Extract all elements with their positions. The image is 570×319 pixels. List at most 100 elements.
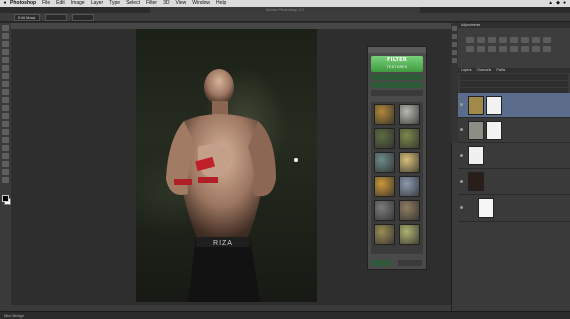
options-field[interactable]: [44, 13, 67, 21]
stamp-tool-icon[interactable]: [2, 89, 9, 95]
blur-tool-icon[interactable]: [2, 121, 9, 127]
texture-thumb[interactable]: [374, 104, 395, 125]
mini-bridge-bar[interactable]: Mini Bridge: [0, 311, 570, 318]
channel-mixer-icon[interactable]: [477, 46, 485, 52]
paragraph-panel-icon[interactable]: [452, 50, 457, 55]
visibility-eye-icon[interactable]: [460, 179, 463, 183]
posterize-icon[interactable]: [510, 46, 518, 52]
history-panel-icon[interactable]: [452, 26, 457, 31]
menu-edit[interactable]: Edit: [56, 0, 65, 7]
menu-view[interactable]: View: [176, 0, 187, 7]
eyedropper-tool-icon[interactable]: [2, 65, 9, 71]
options-field-2[interactable]: [71, 13, 94, 21]
vibrance-icon[interactable]: [510, 37, 518, 43]
history-brush-tool-icon[interactable]: [2, 97, 9, 103]
brush-panel-icon[interactable]: [452, 58, 457, 63]
menu-filter[interactable]: Filter: [146, 0, 157, 7]
texture-thumb[interactable]: [399, 152, 420, 173]
layer-row[interactable]: [458, 118, 570, 143]
layer-row[interactable]: [458, 143, 570, 169]
texture-thumb[interactable]: [399, 104, 420, 125]
apply-texture-button[interactable]: [371, 260, 391, 266]
shape-tool-icon[interactable]: [2, 161, 9, 167]
texture-thumb[interactable]: [399, 224, 420, 245]
texture-thumb[interactable]: [374, 200, 395, 221]
brush-tool-icon[interactable]: [2, 81, 9, 87]
zoom-tool-icon[interactable]: [2, 177, 9, 183]
tab-channels[interactable]: Channels: [477, 68, 492, 73]
foreground-color-swatch[interactable]: [2, 195, 9, 202]
layer-mask-thumbnail[interactable]: [486, 96, 502, 115]
curves-icon[interactable]: [488, 37, 496, 43]
selective-color-icon[interactable]: [543, 46, 551, 52]
apple-icon[interactable]: ●: [2, 0, 8, 7]
photo-filter-icon[interactable]: [466, 46, 474, 52]
properties-panel-icon[interactable]: [452, 34, 457, 39]
texture-row-1[interactable]: [371, 74, 423, 80]
dodge-tool-icon[interactable]: [2, 129, 9, 135]
move-tool-icon[interactable]: [2, 25, 9, 31]
status-icon-2[interactable]: ◆: [556, 0, 560, 7]
layer-thumbnail: [478, 198, 494, 218]
color-balance-icon[interactable]: [532, 37, 540, 43]
hand-tool-icon[interactable]: [2, 169, 9, 175]
lasso-tool-icon[interactable]: [2, 41, 9, 47]
status-icon-3[interactable]: ●: [563, 0, 566, 7]
texture-thumb[interactable]: [399, 128, 420, 149]
gradient-tool-icon[interactable]: [2, 113, 9, 119]
tab-layers[interactable]: Layers: [461, 68, 472, 73]
pen-tool-icon[interactable]: [2, 137, 9, 143]
texture-row-3[interactable]: [371, 90, 423, 96]
boxer-photo[interactable]: RIZA: [136, 29, 317, 302]
quick-select-tool-icon[interactable]: [2, 49, 9, 55]
invert-icon[interactable]: [499, 46, 507, 52]
menu-help[interactable]: Help: [216, 0, 226, 7]
texture-thumb[interactable]: [374, 176, 395, 197]
color-lookup-icon[interactable]: [488, 46, 496, 52]
character-panel-icon[interactable]: [452, 42, 457, 47]
visibility-eye-icon[interactable]: [460, 128, 463, 131]
texture-thumb[interactable]: [374, 152, 395, 173]
menu-file[interactable]: File: [42, 0, 50, 7]
menu-select[interactable]: Select: [126, 0, 140, 7]
crop-tool-icon[interactable]: [2, 57, 9, 63]
menu-window[interactable]: Window: [192, 0, 210, 7]
visibility-eye-icon[interactable]: [460, 206, 463, 209]
healing-tool-icon[interactable]: [2, 73, 9, 79]
threshold-icon[interactable]: [521, 46, 529, 52]
exposure-icon[interactable]: [499, 37, 507, 43]
marquee-tool-icon[interactable]: [2, 33, 9, 39]
visibility-eye-icon[interactable]: [460, 153, 463, 157]
eraser-tool-icon[interactable]: [2, 105, 9, 111]
layer-mask-thumbnail[interactable]: [486, 121, 502, 140]
blend-mode-select[interactable]: [460, 81, 568, 87]
options-mode-button[interactable]: Edit Mask: [14, 13, 40, 21]
layer-filter-bar[interactable]: [460, 74, 568, 80]
shorts-logo-text: RIZA: [213, 240, 233, 247]
menu-3d[interactable]: 3D: [163, 0, 169, 7]
texture-thumb[interactable]: [374, 224, 395, 245]
type-tool-icon[interactable]: [2, 145, 9, 151]
texture-category-dropdown[interactable]: [371, 82, 423, 88]
filter-textures-logo-button[interactable]: FILTER TEXTURES: [371, 56, 423, 72]
visibility-eye-icon[interactable]: [460, 103, 463, 106]
menu-layer[interactable]: Layer: [91, 0, 104, 7]
layer-row[interactable]: [458, 93, 570, 118]
status-icon-1[interactable]: ▲: [548, 0, 553, 7]
menu-image[interactable]: Image: [71, 0, 85, 7]
texture-option-button[interactable]: [398, 260, 422, 266]
texture-thumb[interactable]: [399, 200, 420, 221]
app-menu[interactable]: Photoshop: [10, 0, 36, 7]
layer-row[interactable]: [458, 169, 570, 195]
gradient-map-icon[interactable]: [532, 46, 540, 52]
brightness-icon[interactable]: [466, 37, 474, 43]
menu-type[interactable]: Type: [109, 0, 120, 7]
black-white-icon[interactable]: [543, 37, 551, 43]
tab-paths[interactable]: Paths: [496, 68, 505, 73]
path-select-tool-icon[interactable]: [2, 153, 9, 159]
hue-saturation-icon[interactable]: [521, 37, 529, 43]
texture-thumb[interactable]: [399, 176, 420, 197]
levels-icon[interactable]: [477, 37, 485, 43]
texture-thumb[interactable]: [374, 128, 395, 149]
layer-row[interactable]: [458, 195, 570, 222]
